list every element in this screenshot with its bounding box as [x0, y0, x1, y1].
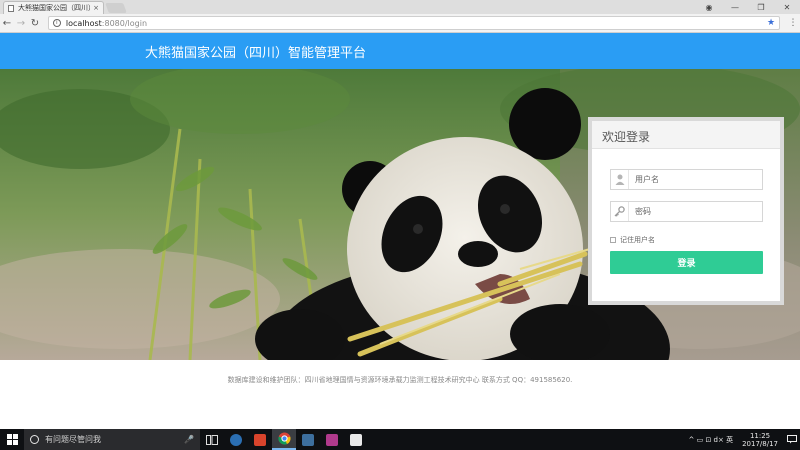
browser-toolbar: ← → ↻ i localhost :8080/login ★ ⋮	[0, 14, 800, 33]
new-tab-button[interactable]	[105, 3, 127, 13]
remember-username[interactable]: 记住用户名	[610, 235, 655, 245]
taskbar-app-ide-icon[interactable]	[320, 429, 344, 450]
windows-logo-icon	[6, 434, 18, 445]
tab-title: 大熊猫国家公园（四川）	[18, 4, 91, 12]
system-clock[interactable]: 11:25 2017/8/17	[742, 432, 778, 448]
reload-button[interactable]: ↻	[28, 18, 42, 29]
password-input[interactable]	[629, 202, 762, 221]
tray-icons[interactable]: ^ ▭ ⊡ d× 英	[689, 435, 734, 445]
login-heading: 欢迎登录	[592, 121, 780, 149]
clock-date: 2017/8/17	[742, 439, 778, 448]
close-window-button[interactable]: ✕	[774, 3, 800, 12]
account-icon[interactable]: ◉	[696, 3, 722, 12]
taskbar-app-chrome-icon[interactable]	[272, 429, 296, 450]
cortana-icon	[30, 435, 39, 444]
browser-menu-icon[interactable]: ⋮	[786, 18, 800, 28]
cortana-search-placeholder: 有问题尽管问我	[45, 435, 101, 444]
url-host: localhost	[65, 18, 102, 28]
footer-contact-text: 数据库建设和维护团队：四川省地理国情与资源环境承载力监测工程技术研究中心 联系方…	[227, 376, 573, 384]
bookmark-star-icon[interactable]: ★	[767, 18, 775, 28]
task-view-icon[interactable]	[200, 429, 224, 450]
windows-taskbar: 有问题尽管问我 🎤 ^ ▭ ⊡ d× 英 11:25 2017/8/17	[0, 429, 800, 450]
start-button[interactable]	[0, 429, 24, 450]
remember-label: 记住用户名	[620, 236, 655, 244]
key-icon	[611, 202, 629, 221]
clock-time: 11:25	[749, 431, 771, 440]
window-controls: ◉ — ❐ ✕	[696, 0, 800, 14]
forward-button[interactable]: →	[14, 18, 28, 29]
tab-close-icon[interactable]: ×	[93, 4, 99, 12]
info-icon[interactable]: i	[52, 19, 61, 27]
minimize-button[interactable]: —	[722, 3, 748, 12]
taskbar-app-arcgis-icon[interactable]	[296, 429, 320, 450]
browser-tabstrip: 大熊猫国家公园（四川） × ◉ — ❐ ✕	[0, 0, 800, 14]
taskbar-app-java-icon[interactable]	[344, 429, 368, 450]
system-tray: ^ ▭ ⊡ d× 英 11:25 2017/8/17	[686, 429, 800, 450]
password-field[interactable]	[610, 201, 763, 222]
microphone-icon[interactable]: 🎤	[184, 435, 194, 444]
remember-checkbox[interactable]	[610, 237, 616, 243]
url-path: :8080/login	[101, 18, 148, 28]
address-bar[interactable]: i localhost :8080/login ★	[47, 16, 781, 30]
taskbar-app-search-icon[interactable]	[224, 429, 248, 450]
page-icon	[8, 4, 14, 12]
login-button[interactable]: 登录	[610, 251, 763, 274]
back-button[interactable]: ←	[0, 18, 14, 29]
username-input[interactable]	[629, 170, 762, 189]
browser-tab[interactable]: 大熊猫国家公园（四川） ×	[3, 1, 104, 14]
username-field[interactable]	[610, 169, 763, 190]
app-header: 大熊猫国家公园（四川）智能管理平台	[0, 33, 800, 69]
restore-button[interactable]: ❐	[748, 3, 774, 12]
taskbar-app-hbuilder-icon[interactable]	[248, 429, 272, 450]
cortana-search-box[interactable]: 有问题尽管问我 🎤	[24, 429, 200, 450]
login-card: 欢迎登录 记住用户名 登录	[588, 117, 784, 305]
notification-center-icon[interactable]	[784, 435, 800, 444]
page-title: 大熊猫国家公园（四川）智能管理平台	[145, 46, 367, 61]
user-icon	[611, 170, 629, 189]
